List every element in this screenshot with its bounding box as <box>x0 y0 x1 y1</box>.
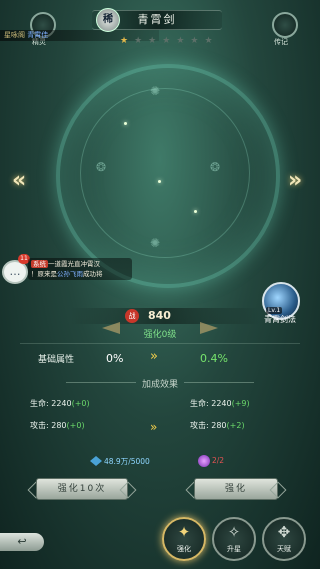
power-badge: 战 <box>125 309 139 323</box>
enhance-icon: ✦ <box>177 523 191 541</box>
stat-plus: (+9) <box>231 399 250 408</box>
star-icon: ★ <box>190 36 205 46</box>
star-icon: ★ <box>120 36 135 46</box>
stat-plus: (+0) <box>66 421 85 430</box>
biography-icon[interactable] <box>272 12 298 38</box>
double-chevron-right-icon: » <box>150 420 158 434</box>
chat-line2-b: 成功将 <box>83 270 103 278</box>
base-attr-current: 0% <box>106 352 124 365</box>
stone-icon <box>198 455 210 467</box>
stat-hp-current: 生命: 2240(+0) <box>30 398 90 409</box>
enhance-level: 强化0级 <box>143 330 177 340</box>
stat-atk-next: 攻击: 280(+2) <box>190 420 245 431</box>
power-value: 840 <box>148 309 171 322</box>
nav-label: 升星 <box>227 545 241 553</box>
skill-level: Lv.1 <box>266 307 283 314</box>
stat-label: 生命: <box>190 399 209 408</box>
system-tag: 系统 <box>31 260 48 268</box>
rune-icon: ❂ <box>210 160 221 174</box>
divider <box>20 343 300 344</box>
star-icon: ★ <box>134 36 149 46</box>
sparkle <box>194 210 197 213</box>
nav-label: 强化 <box>177 545 191 553</box>
divider <box>184 382 254 383</box>
skill-name: 青霄剑法 <box>264 315 296 324</box>
stat-hp-next: 生命: 2240(+9) <box>190 398 250 409</box>
stat-atk-current: 攻击: 280(+0) <box>30 420 85 431</box>
double-chevron-right-icon: » <box>150 349 158 364</box>
grade-badge: 稀 <box>96 8 120 32</box>
nav-talent[interactable]: ✥ 天赋 <box>262 517 306 561</box>
back-arrow-icon: ↩ <box>17 535 27 548</box>
star-up-icon: ✧ <box>227 523 241 541</box>
base-attr-label: 基础属性 <box>38 355 75 365</box>
star-icon: ★ <box>204 36 219 46</box>
stat-value: 280 <box>51 421 67 430</box>
stat-value: 2240 <box>211 399 232 408</box>
sparkle <box>158 180 161 183</box>
material-count: 48.9万/5000 <box>104 457 150 466</box>
ticker-name: 青霄佳 <box>27 31 49 39</box>
stat-plus: (+0) <box>71 399 90 408</box>
sparkle <box>124 122 127 125</box>
stat-value: 280 <box>211 421 227 430</box>
rune-icon: ❂ <box>96 160 107 174</box>
stat-label: 生命: <box>30 399 49 408</box>
star-icon: ★ <box>176 36 191 46</box>
enhance-button[interactable]: 强化 <box>194 478 278 500</box>
talent-icon: ✥ <box>277 523 291 541</box>
stat-plus: (+2) <box>226 421 245 430</box>
rune-icon: ✺ <box>150 84 161 98</box>
next-arrow-icon[interactable]: » <box>288 168 302 193</box>
stone-count: 2/2 <box>212 456 225 465</box>
chat-line2-a: ！原来是 <box>31 270 57 278</box>
ticker-prefix: 星咏阁 <box>4 31 25 39</box>
nav-label: 天赋 <box>277 545 291 553</box>
biography-label: 传记 <box>274 38 288 46</box>
prev-arrow-icon[interactable]: « <box>12 168 26 193</box>
star-rating: ★★★★★★★ <box>120 36 219 46</box>
nav-enhance[interactable]: ✦ 强化 <box>162 517 206 561</box>
material-icon <box>90 456 102 466</box>
chat-player-name: 公孙飞雨 <box>57 270 83 278</box>
chat-line1: 一道霞光直冲霄汉 <box>48 260 100 268</box>
star-icon: ★ <box>148 36 163 46</box>
star-icon: ★ <box>162 36 177 46</box>
chat-message[interactable]: 系统 一道霞光直冲霄汉 ！原来是公孙飞雨成功将 <box>28 258 132 280</box>
bonus-title: 加成效果 <box>141 380 178 390</box>
back-button[interactable]: ↩ <box>0 533 44 551</box>
rune-icon: ✺ <box>150 236 161 250</box>
base-attr-next: 0.4% <box>200 352 228 365</box>
nav-star-up[interactable]: ✧ 升星 <box>212 517 256 561</box>
enhance-ten-button[interactable]: 强化10次 <box>36 478 128 500</box>
stat-label: 攻击: <box>30 421 49 430</box>
stat-value: 2240 <box>51 399 72 408</box>
stat-label: 攻击: <box>190 421 209 430</box>
